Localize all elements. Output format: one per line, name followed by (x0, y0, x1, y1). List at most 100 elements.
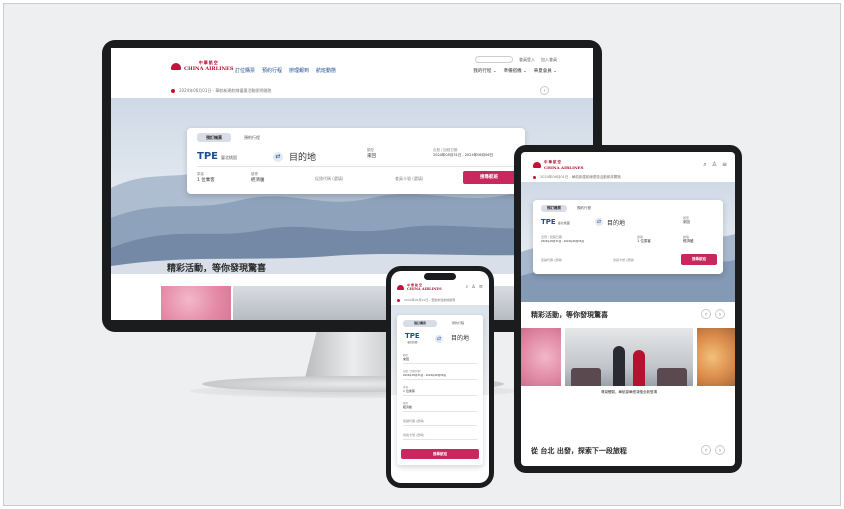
origin-name: 臺北桃園 (407, 341, 418, 344)
destination-field[interactable]: 目的地 (289, 150, 316, 163)
date-field[interactable]: 出發 / 回程日期 2024年05月31日 - 2024年06月06日 (403, 369, 477, 380)
cherry-blossom-image[interactable] (161, 286, 231, 320)
promo-code-input[interactable]: 促銷代碼 (選填) (541, 258, 562, 262)
next-arrow-icon[interactable]: › (715, 309, 725, 319)
promo-caption[interactable]: 尊榮體驗，華航豪華經濟艙全新登場 (565, 390, 693, 395)
trip-type-field[interactable]: 類型 來回 (367, 148, 376, 159)
search-flights-button[interactable]: 搜尋航班 (401, 449, 479, 459)
divider (403, 363, 477, 364)
date-field[interactable]: 出發 / 回程日期 2024年05月31日 - 2024年06月06日 (541, 235, 631, 243)
cabin-value: 經濟艙 (683, 239, 694, 243)
prev-arrow-icon[interactable]: ‹ (701, 445, 711, 455)
passenger-field[interactable]: 乘客 1 位乘客 (637, 235, 651, 244)
date-field[interactable]: 出發 / 回程日期 2024年05月31日 - 2024年06月06日 (433, 148, 493, 158)
menu-item[interactable]: 我的行程 ⌄ (473, 68, 496, 74)
menu-item[interactable]: 準備搭機 ⌄ (504, 68, 527, 74)
search-flights-button[interactable]: 搜尋航班 (463, 171, 515, 184)
next-arrow-icon[interactable]: › (715, 445, 725, 455)
phone-screen: 中華航空 CHINA AIRLINES ⌕ ♙ ≡ 2024年06月01日 - … (391, 271, 489, 483)
swap-icon[interactable]: ⇄ (595, 218, 603, 226)
origin-field[interactable]: TPE 臺北桃園 (405, 332, 420, 344)
crew-member (633, 350, 645, 386)
booking-widget: 預訂機票 預約行程 TPE 臺北桃園 ⇄ 目的地 類型 來回 出發 / 回程日期… (187, 128, 525, 194)
origin-name: 臺北桃園 (557, 221, 570, 225)
booking-widget: 預訂機票 預約行程 TPE 臺北桃園 ⇄ 目的地 類型 來回 出發 / 回程日期… (397, 315, 483, 465)
promo-code-input[interactable]: 促銷代碼 (選填) (315, 176, 343, 182)
menu-icon[interactable]: ≡ (479, 284, 483, 290)
brand-logo[interactable]: 中華航空 CHINA AIRLINES (397, 283, 442, 291)
swap-icon[interactable]: ⇄ (273, 152, 283, 162)
cabin-field[interactable]: 艙等 經濟艙 (251, 172, 265, 183)
secondary-menu: 我的行程 ⌄ 準備搭機 ⌄ 華夏會員 ⌄ (473, 68, 557, 74)
autumn-image[interactable] (697, 328, 735, 386)
notice-bar[interactable]: 2024年06月01日 - 華航新建航線優惠活動即將開跑 (533, 175, 621, 180)
divider (403, 411, 477, 412)
nav-link[interactable]: 預約行程 (262, 67, 282, 74)
member-number-input[interactable]: 會員卡號 (選填) (613, 258, 634, 262)
passenger-field[interactable]: 乘客 1 位乘客 (197, 172, 215, 183)
member-number-input[interactable]: 會員卡號 (選填) (403, 433, 477, 440)
menu-item[interactable]: 華夏會員 ⌄ (534, 68, 557, 74)
promo-code-input[interactable]: 促銷代碼 (選填) (403, 419, 477, 426)
menu-icon[interactable]: ≡ (722, 161, 727, 169)
explore-title-text: 從 台北 出發，探索下一段旅程 (531, 447, 627, 455)
tab-book-flight[interactable]: 預訂機票 (541, 205, 567, 212)
trip-type-field[interactable]: 類型 來回 (683, 216, 690, 225)
alert-dot-icon (171, 89, 175, 93)
notice-text: 2024年06月01日 - 華航新建航線優惠活動即將開跑 (540, 175, 621, 179)
date-value: 2024年05月31日 - 2024年06月06日 (541, 240, 584, 243)
crew-member (613, 346, 625, 386)
search-flights-button[interactable]: 搜尋航班 (681, 254, 717, 265)
cabin-value: 經濟艙 (403, 405, 413, 409)
origin-field[interactable]: TPE 臺北桃園 (197, 151, 237, 162)
user-icon[interactable]: ♙ (712, 161, 717, 169)
cabin-crew-image[interactable] (565, 328, 693, 386)
utility-nav: 會員登入 加入會員 (475, 56, 557, 63)
destination-field[interactable]: 目的地 (607, 218, 625, 227)
tablet-header-icons: ⌕ ♙ ≡ (703, 161, 727, 169)
nav-link[interactable]: 辦理報到 (289, 67, 309, 74)
brand-logo[interactable]: 中華航空 CHINA AIRLINES (533, 160, 584, 170)
divider (403, 425, 477, 426)
cabin-field[interactable]: 艙等 經濟艙 (403, 401, 477, 412)
passenger-field[interactable]: 乘客 1 位乘客 (403, 385, 477, 396)
tab-manage-trip[interactable]: 預約行程 (235, 133, 269, 142)
brand-logo[interactable]: 中華航空 CHINA AIRLINES (171, 60, 233, 72)
member-number-input[interactable]: 會員卡號 (選填) (395, 176, 423, 182)
plum-blossom-icon (397, 284, 404, 290)
divider (403, 395, 477, 396)
origin-code: TPE (405, 332, 420, 340)
cherry-blossom-image[interactable] (521, 328, 561, 386)
notice-bar[interactable]: 2024年06月01日 - 華航新建航線優惠活動即將開跑 (171, 88, 271, 94)
swap-icon[interactable]: ⇄ (435, 335, 443, 343)
booking-tabs: 預訂機票 預約行程 (541, 205, 597, 212)
seat (657, 368, 687, 386)
login-link[interactable]: 會員登入 (519, 57, 535, 63)
cabin-field[interactable]: 艙等 經濟艙 (683, 235, 694, 244)
notice-text: 2024年06月01日 - 華航新建航線優惠活動即將開跑 (179, 88, 272, 93)
register-link[interactable]: 加入會員 (541, 57, 557, 63)
nav-link[interactable]: 航班動態 (316, 67, 336, 74)
notice-close-icon[interactable]: › (540, 86, 549, 95)
notice-text: 2024年06月01日 - 華航新建航線優惠 (404, 298, 456, 302)
nav-link[interactable]: 訂位購票 (235, 67, 255, 74)
search-input[interactable] (475, 56, 513, 63)
explore-title: 從 台北 出發，探索下一段旅程 (531, 446, 627, 456)
promo-title: 精彩活動，等你發現驚喜 (167, 264, 267, 274)
search-icon[interactable]: ⌕ (466, 284, 469, 290)
tab-manage-trip[interactable]: 預約行程 (571, 205, 597, 212)
prev-arrow-icon[interactable]: ‹ (701, 309, 711, 319)
tab-book-flight[interactable]: 預訂機票 (403, 320, 437, 327)
notice-bar[interactable]: 2024年06月01日 - 華航新建航線優惠 (397, 298, 455, 302)
trip-type-field[interactable]: 類型 來回 (403, 353, 477, 364)
search-icon[interactable]: ⌕ (703, 161, 706, 169)
primary-nav: 訂位購票 預約行程 辦理報到 航班動態 (235, 67, 336, 74)
booking-widget: 預訂機票 預約行程 TPE 臺北桃園 ⇄ 目的地 類型 來回 出發 / 回程日期… (533, 200, 723, 274)
phone-header-icons: ⌕ ♙ ≡ (466, 284, 484, 290)
user-icon[interactable]: ♙ (471, 284, 475, 290)
tab-book-flight[interactable]: 預訂機票 (197, 133, 231, 142)
origin-field[interactable]: TPE 臺北桃園 (541, 218, 570, 226)
trip-type-value: 來回 (683, 220, 690, 224)
destination-field[interactable]: 目的地 (451, 333, 469, 342)
tab-manage-trip[interactable]: 預約行程 (441, 320, 475, 327)
